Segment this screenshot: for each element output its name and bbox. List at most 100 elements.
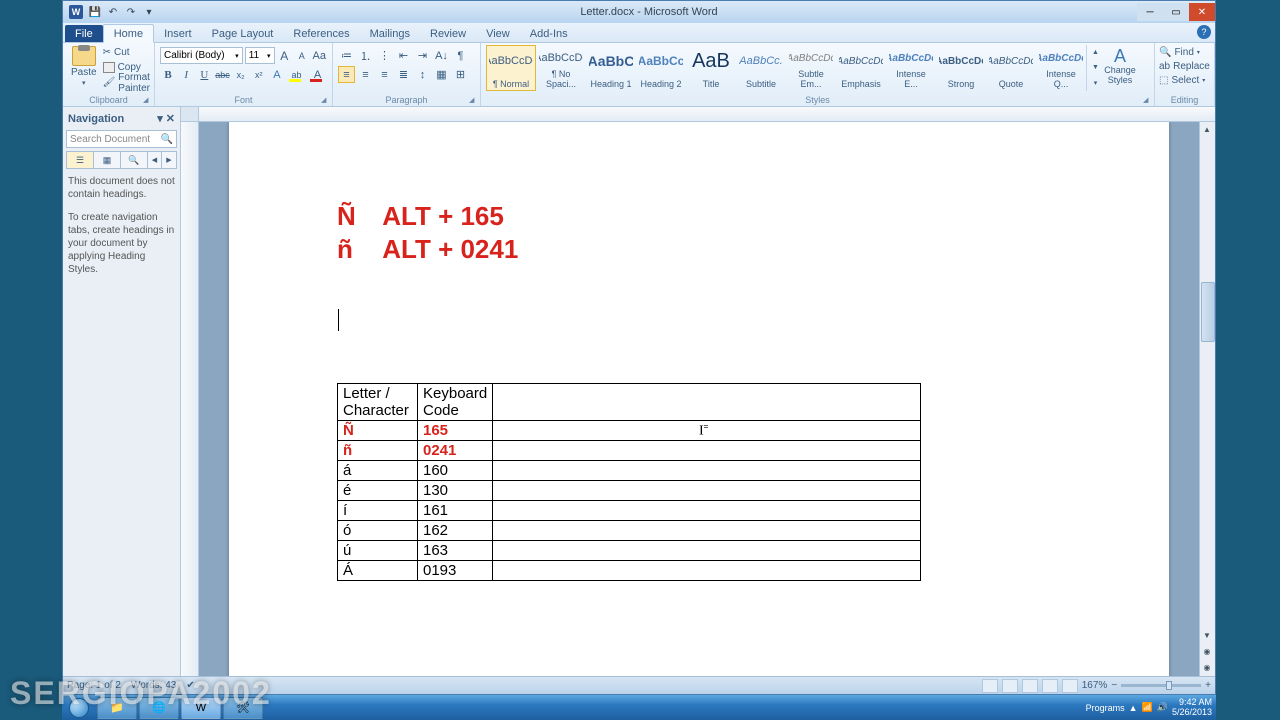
- scroll-down[interactable]: ▼: [1200, 628, 1214, 642]
- style-item[interactable]: AaBbCcDc¶ Normal: [486, 45, 536, 91]
- grow-font-button[interactable]: A: [277, 47, 292, 64]
- shrink-font-button[interactable]: A: [294, 47, 309, 64]
- line-spacing-button[interactable]: ↕: [414, 66, 431, 83]
- style-item[interactable]: AaBbCcDcSubtle Em...: [786, 45, 836, 91]
- italic-button[interactable]: I: [178, 66, 194, 83]
- style-item[interactable]: AaBbCcDcIntense Q...: [1036, 45, 1086, 91]
- view-outline[interactable]: [1042, 679, 1058, 693]
- close-button[interactable]: ✕: [1189, 3, 1215, 21]
- tab-references[interactable]: References: [283, 25, 359, 42]
- font-color-button[interactable]: A: [308, 66, 327, 83]
- nav-tab-headings[interactable]: ☰: [67, 152, 94, 168]
- nav-tab-results[interactable]: 🔍: [121, 152, 148, 168]
- show-marks-button[interactable]: ¶: [452, 47, 469, 64]
- prev-page[interactable]: ◉: [1200, 644, 1214, 658]
- tray-flag-icon[interactable]: ▲: [1129, 703, 1138, 713]
- text-effects-button[interactable]: A: [269, 66, 285, 83]
- tab-view[interactable]: View: [476, 25, 520, 42]
- nav-tab-next[interactable]: ▶: [162, 152, 176, 168]
- view-print-layout[interactable]: [982, 679, 998, 693]
- change-styles-button[interactable]: A Change Styles: [1100, 45, 1140, 91]
- zoom-out[interactable]: −: [1111, 680, 1117, 691]
- view-full-screen[interactable]: [1002, 679, 1018, 693]
- bullets-button[interactable]: ≔: [338, 47, 355, 64]
- view-draft[interactable]: [1062, 679, 1078, 693]
- vertical-scrollbar[interactable]: ▲ ▼ ◉ ◉: [1199, 122, 1215, 676]
- style-item[interactable]: AaBbCcDcQuote: [986, 45, 1036, 91]
- justify-button[interactable]: ≣: [395, 66, 412, 83]
- paragraph-launcher[interactable]: ◢: [469, 96, 477, 104]
- nav-search-input[interactable]: Search Document 🔍: [66, 130, 177, 148]
- minimize-button[interactable]: ─: [1137, 3, 1163, 21]
- nav-close[interactable]: ▾ ✕: [157, 112, 175, 125]
- bold-button[interactable]: B: [160, 66, 176, 83]
- tab-page-layout[interactable]: Page Layout: [202, 25, 284, 42]
- nav-title: Navigation: [68, 113, 124, 125]
- tray-network-icon[interactable]: 📶: [1142, 702, 1153, 713]
- paste-button[interactable]: Paste ▾: [68, 45, 100, 90]
- style-item[interactable]: AaBbCcHeading 2: [636, 45, 686, 91]
- scroll-up[interactable]: ▲: [1200, 122, 1214, 136]
- font-size-box[interactable]: 11▾: [245, 47, 275, 64]
- watermark: SERGIOPA2002: [10, 675, 272, 712]
- styles-gallery[interactable]: AaBbCcDc¶ NormalAaBbCcDc¶ No Spaci...AaB…: [486, 45, 1086, 91]
- maximize-button[interactable]: ▭: [1163, 3, 1189, 21]
- shading-button[interactable]: ▦: [433, 66, 450, 83]
- align-left-button[interactable]: ≡: [338, 66, 355, 83]
- qat-redo[interactable]: ↷: [125, 6, 137, 18]
- zoom-slider[interactable]: [1121, 684, 1201, 687]
- tray-clock[interactable]: 9:42 AM 5/26/2013: [1172, 698, 1212, 717]
- view-web[interactable]: [1022, 679, 1038, 693]
- underline-button[interactable]: U: [196, 66, 212, 83]
- font-name-box[interactable]: Calibri (Body)▾: [160, 47, 243, 64]
- cut-button[interactable]: ✂Cut: [103, 45, 150, 60]
- help-icon[interactable]: ?: [1197, 25, 1211, 39]
- tab-review[interactable]: Review: [420, 25, 476, 42]
- font-launcher[interactable]: ◢: [321, 96, 329, 104]
- replace-button[interactable]: abReplace: [1159, 59, 1210, 73]
- next-page[interactable]: ◉: [1200, 660, 1214, 674]
- format-painter-button[interactable]: 🖌Format Painter: [103, 75, 150, 90]
- select-button[interactable]: ⬚Select▾: [1159, 73, 1210, 87]
- subscript-button[interactable]: x₂: [233, 66, 249, 83]
- qat-save[interactable]: 💾: [89, 6, 101, 18]
- qat-dropdown[interactable]: ▾: [143, 6, 155, 18]
- style-item[interactable]: AaBbCcDcEmphasis: [836, 45, 886, 91]
- indent-dec-button[interactable]: ⇤: [395, 47, 412, 64]
- style-item[interactable]: AaBbCcDcStrong: [936, 45, 986, 91]
- strike-button[interactable]: abc: [214, 66, 230, 83]
- tab-home[interactable]: Home: [103, 24, 154, 43]
- scroll-thumb[interactable]: [1201, 282, 1215, 342]
- tray-volume-icon[interactable]: 🔊: [1157, 702, 1168, 713]
- indent-inc-button[interactable]: ⇥: [414, 47, 431, 64]
- clipboard-launcher[interactable]: ◢: [143, 96, 151, 104]
- sort-button[interactable]: A↓: [433, 47, 450, 64]
- superscript-button[interactable]: x²: [251, 66, 267, 83]
- multilevel-button[interactable]: ⋮: [376, 47, 393, 64]
- tab-mailings[interactable]: Mailings: [360, 25, 420, 42]
- highlight-button[interactable]: ab: [287, 66, 306, 83]
- change-case-button[interactable]: Aa: [312, 47, 327, 64]
- style-item[interactable]: AaBbCc.Subtitle: [736, 45, 786, 91]
- horizontal-ruler[interactable]: [181, 107, 1215, 122]
- styles-launcher[interactable]: ◢: [1143, 96, 1151, 104]
- qat-undo[interactable]: ↶: [107, 6, 119, 18]
- tab-file[interactable]: File: [65, 25, 103, 42]
- numbering-button[interactable]: ⒈: [357, 47, 374, 64]
- tab-addins[interactable]: Add-Ins: [520, 25, 578, 42]
- find-button[interactable]: 🔍Find▾: [1159, 45, 1210, 59]
- align-center-button[interactable]: ≡: [357, 66, 374, 83]
- nav-tab-pages[interactable]: ▦: [94, 152, 121, 168]
- tab-insert[interactable]: Insert: [154, 25, 202, 42]
- zoom-level[interactable]: 167%: [1082, 680, 1108, 691]
- style-item[interactable]: AaBbCcDc¶ No Spaci...: [536, 45, 586, 91]
- document-area[interactable]: Ñ ALT + 165 ñ ALT + 0241 Letter / Charac…: [199, 122, 1199, 676]
- style-item[interactable]: AaBTitle: [686, 45, 736, 91]
- align-right-button[interactable]: ≡: [376, 66, 393, 83]
- vertical-ruler[interactable]: [181, 122, 199, 676]
- style-item[interactable]: AaBbCcDcIntense E...: [886, 45, 936, 91]
- zoom-in[interactable]: +: [1205, 680, 1211, 691]
- nav-tab-prev[interactable]: ◀: [148, 152, 162, 168]
- style-item[interactable]: AaBbCHeading 1: [586, 45, 636, 91]
- borders-button[interactable]: ⊞: [452, 66, 469, 83]
